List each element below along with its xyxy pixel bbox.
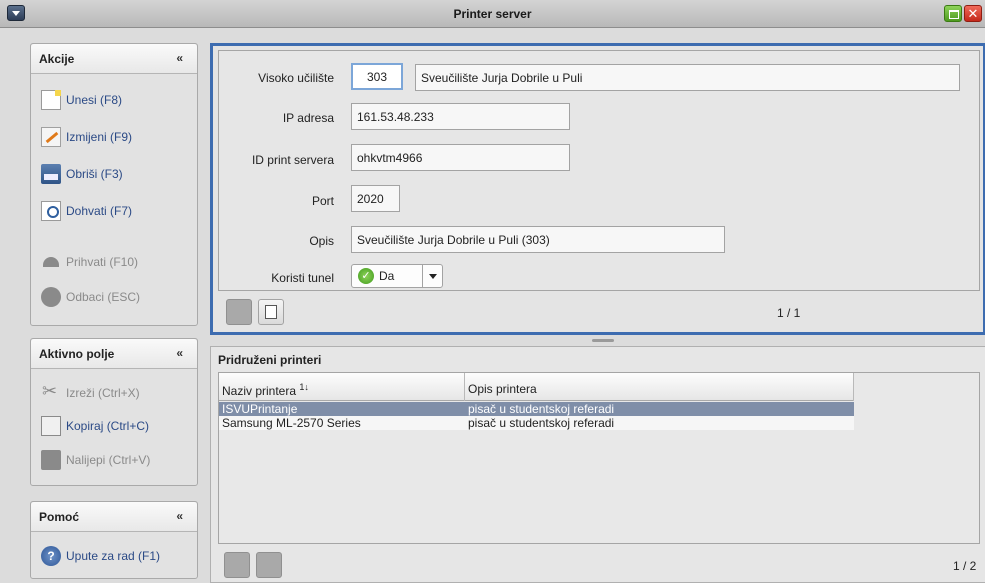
scissors-icon <box>41 381 61 403</box>
tunel-select[interactable]: ✓ Da <box>351 264 443 288</box>
tunel-value: Da <box>379 269 395 283</box>
copy-button[interactable]: Kopiraj (Ctrl+C) <box>41 415 149 437</box>
active-field-header[interactable]: Aktivno polje « <box>31 339 197 369</box>
edit-button[interactable]: Izmijeni (F9) <box>41 126 132 148</box>
form-pager: 1 / 1 <box>777 306 801 320</box>
collapse-icon[interactable]: « <box>176 346 183 360</box>
chevron-down-icon[interactable] <box>422 265 442 287</box>
ip-label: IP adresa <box>282 111 334 125</box>
help-title: Pomoć <box>39 510 80 524</box>
printers-title: Pridruženi printeri <box>218 353 322 367</box>
link-printer-icon[interactable] <box>256 552 282 578</box>
check-icon: ✓ <box>358 268 374 284</box>
unlink-icon[interactable] <box>224 552 250 578</box>
paste-button[interactable]: Nalijepi (Ctrl+V) <box>41 449 150 471</box>
accept-button[interactable]: Prihvati (F10) <box>41 251 138 273</box>
id-input[interactable]: ohkvtm4966 <box>351 144 570 171</box>
opis-label: Opis <box>309 234 334 248</box>
cell-naziv: ISVUPrintanje <box>222 402 298 416</box>
actions-title: Akcije <box>39 52 75 66</box>
port-input[interactable]: 2020 <box>351 185 400 212</box>
copy-label: Kopiraj (Ctrl+C) <box>66 419 150 433</box>
column-opis-label: Opis printera <box>468 382 537 396</box>
id-label: ID print servera <box>251 153 334 167</box>
form-fields: Visoko učilište 303 Sveučilište Jurja Do… <box>218 50 980 291</box>
edit-label: Izmijeni (F9) <box>66 130 133 144</box>
visoko-uciliste-label: Visoko učilište <box>258 71 334 85</box>
cancel-button[interactable]: Odbaci (ESC) <box>41 286 140 308</box>
search-icon <box>41 201 61 221</box>
fetch-button[interactable]: Dohvati (F7) <box>41 200 132 222</box>
close-button[interactable]: ✕ <box>964 5 982 22</box>
active-field-panel: Aktivno polje « Izreži (Ctrl+X) Kopiraj … <box>30 338 198 486</box>
window-title: Printer server <box>453 7 532 21</box>
cell-opis: pisač u studentskoj referadi <box>468 402 615 416</box>
port-label: Port <box>311 194 334 208</box>
table-pager: 1 / 2 <box>953 559 977 573</box>
cut-label: Izreži (Ctrl+X) <box>66 386 140 400</box>
copy-icon <box>41 416 61 436</box>
delete-label: Obriši (F3) <box>66 167 123 181</box>
edit-icon <box>41 127 61 147</box>
column-naziv-label: Naziv printera <box>222 384 297 398</box>
printers-table: Naziv printera 1↓ Opis printera ISVUPrin… <box>218 372 980 544</box>
help-panel: Pomoć « ? Upute za rad (F1) <box>30 501 198 579</box>
active-field-title: Aktivno polje <box>39 347 115 361</box>
table-row[interactable]: ISVUPrintanje pisač u studentskoj refera… <box>219 402 854 416</box>
form-panel: Visoko učilište 303 Sveučilište Jurja Do… <box>210 43 985 335</box>
column-naziv[interactable]: Naziv printera 1↓ <box>219 373 465 401</box>
splitter-handle[interactable] <box>592 339 614 342</box>
cut-button[interactable]: Izreži (Ctrl+X) <box>41 381 140 404</box>
fetch-label: Dohvati (F7) <box>66 204 133 218</box>
visoko-uciliste-name-field[interactable]: Sveučilište Jurja Dobrile u Puli <box>415 64 960 91</box>
printer-delete-icon <box>41 164 61 184</box>
actions-panel: Akcije « Unesi (F8) Izmijeni (F9) Obriši… <box>30 43 198 326</box>
paste-icon <box>41 450 61 470</box>
cell-naziv: Samsung ML-2570 Series <box>222 416 361 430</box>
list-icon[interactable] <box>258 299 284 325</box>
actions-header[interactable]: Akcije « <box>31 44 197 74</box>
delete-button[interactable]: Obriši (F3) <box>41 163 123 185</box>
printers-panel: Pridruženi printeri Naziv printera 1↓ Op… <box>210 346 985 583</box>
visoko-uciliste-code-input[interactable]: 303 <box>351 63 403 90</box>
maximize-button[interactable] <box>944 5 962 22</box>
accept-label: Prihvati (F10) <box>66 255 139 269</box>
opis-input[interactable]: Sveučilište Jurja Dobrile u Puli (303) <box>351 226 725 253</box>
table-row[interactable]: Samsung ML-2570 Series pisač u studentsk… <box>219 416 854 430</box>
help-button[interactable]: ? Upute za rad (F1) <box>41 545 160 567</box>
cancel-label: Odbaci (ESC) <box>66 290 141 304</box>
new-label: Unesi (F8) <box>66 93 123 107</box>
accept-arrow-icon <box>41 252 61 272</box>
paste-label: Nalijepi (Ctrl+V) <box>66 453 151 467</box>
cell-opis: pisač u studentskoj referadi <box>468 416 615 430</box>
help-header[interactable]: Pomoć « <box>31 502 197 532</box>
folder-icon[interactable] <box>226 299 252 325</box>
title-bar: Printer server ✕ <box>0 0 985 28</box>
table-header: Naziv printera 1↓ Opis printera <box>219 373 854 401</box>
column-opis[interactable]: Opis printera <box>465 373 854 401</box>
sort-indicator: 1↓ <box>299 382 309 392</box>
collapse-icon[interactable]: « <box>176 509 183 523</box>
ip-input[interactable]: 161.53.48.233 <box>351 103 570 130</box>
help-icon: ? <box>41 546 61 566</box>
new-document-icon <box>41 90 61 110</box>
cancel-icon <box>41 287 61 307</box>
tunel-label: Koristi tunel <box>271 271 334 285</box>
help-label: Upute za rad (F1) <box>66 549 161 563</box>
collapse-icon[interactable]: « <box>176 51 183 65</box>
new-button[interactable]: Unesi (F8) <box>41 89 122 111</box>
